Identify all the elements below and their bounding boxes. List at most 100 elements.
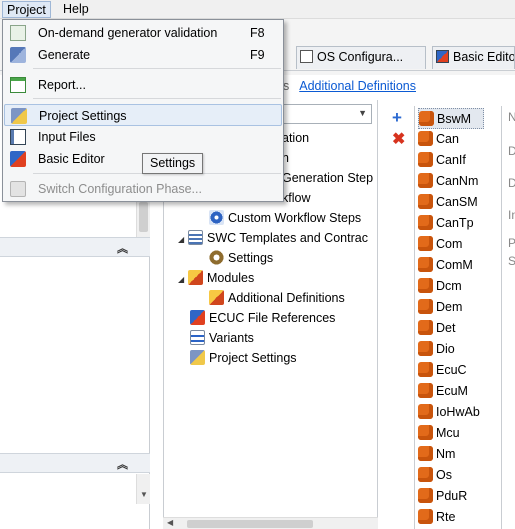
filter-combo[interactable]: ▼ (280, 104, 372, 124)
module-label: Os (436, 468, 452, 482)
expand-arrow-icon[interactable]: ◢ (178, 270, 188, 290)
module-list-item[interactable]: CanSM (418, 192, 478, 213)
tree-row-settings[interactable]: Settings (209, 248, 273, 268)
add-icon[interactable]: + (392, 108, 402, 128)
tree-row-workflow[interactable]: kflow (282, 188, 310, 208)
module-label: CanIf (436, 153, 466, 167)
module-list-item[interactable]: Com (418, 234, 462, 255)
module-list-item[interactable]: Dio (418, 339, 455, 360)
swc-templates-icon (188, 230, 203, 245)
module-list-item[interactable]: Os (418, 465, 452, 486)
menu-item-report[interactable]: Report... (4, 74, 282, 96)
module-list-item[interactable]: Dem (418, 297, 462, 318)
collapse-bar-top[interactable]: ︽ (0, 237, 150, 257)
remove-icon[interactable]: ✖ (392, 129, 405, 149)
module-puzzle-icon (418, 362, 433, 377)
menu-item-input-files[interactable]: Input Files (4, 126, 282, 148)
module-label: Dem (436, 300, 463, 314)
module-list-item[interactable]: Dcm (418, 276, 462, 297)
modules-list-panel: BswM Can CanIf CanNm CanSM CanTp Com ComM Dcm Dem… (414, 106, 502, 529)
additional-definitions-icon (209, 290, 224, 305)
menu-separator (33, 98, 281, 99)
left-scrollbar-top[interactable] (136, 200, 150, 237)
menu-help[interactable]: Help (59, 1, 93, 18)
module-puzzle-icon (418, 446, 433, 461)
menu-project[interactable]: Project (2, 1, 51, 18)
collapse-bar-bottom[interactable]: ︽ (0, 453, 150, 473)
module-list-item[interactable]: ComM (418, 255, 473, 276)
module-list-item[interactable]: EcuM (418, 381, 468, 402)
module-list-item[interactable]: CanTp (418, 213, 474, 234)
generate-stack-icon (10, 47, 26, 63)
modules-icon (188, 270, 203, 285)
tab-basic-editor[interactable]: Basic Edito (432, 46, 515, 69)
basic-editor-icon (10, 151, 26, 167)
module-puzzle-icon (418, 509, 433, 524)
module-label: EcuC (436, 363, 467, 377)
menu-item-generate[interactable]: Generate F9 (4, 44, 282, 66)
ecuc-file-icon (190, 310, 205, 325)
breadcrumb-link-additional-definitions[interactable]: Additional Definitions (299, 79, 416, 93)
tree-row-custom-workflow-steps[interactable]: Custom Workflow Steps (209, 208, 361, 228)
menu-item-on-demand-validation[interactable]: On-demand generator validation F8 (4, 22, 282, 44)
module-puzzle-icon (418, 236, 433, 251)
chevron-up-icon[interactable]: ︽ (117, 456, 128, 472)
scroll-thumb[interactable] (187, 520, 313, 528)
project-menu-dropdown: On-demand generator validation F8 Genera… (2, 19, 284, 202)
module-puzzle-icon (418, 257, 433, 272)
basic-editor-icon (436, 50, 449, 63)
details-edge-text: D (508, 144, 515, 158)
expand-arrow-icon[interactable]: ◢ (178, 230, 188, 250)
module-puzzle-icon (419, 111, 434, 126)
dropdown-arrow-icon[interactable]: ▼ (358, 108, 367, 118)
scroll-down-icon[interactable]: ▼ (140, 490, 148, 499)
tree-horizontal-scrollbar[interactable]: ◀ (163, 517, 378, 529)
validation-check-icon (10, 25, 26, 41)
module-puzzle-icon (418, 173, 433, 188)
tree-row-ecuc-file-references[interactable]: ECUC File References (190, 308, 335, 328)
tab-os-configuration[interactable]: OS Configura... (296, 46, 426, 69)
menu-separator (33, 68, 281, 69)
tree-row-swc-templates[interactable]: ◢ SWC Templates and Contrac (178, 228, 368, 248)
scroll-thumb[interactable] (139, 202, 148, 232)
module-label: CanNm (436, 174, 479, 188)
module-label: IoHwAb (436, 405, 480, 419)
module-puzzle-icon (418, 404, 433, 419)
tree-row-generation-step[interactable]: Generation Step (282, 168, 373, 188)
settings-icon (209, 250, 224, 265)
module-puzzle-icon (418, 320, 433, 335)
module-label: Dcm (436, 279, 462, 293)
scroll-left-icon[interactable]: ◀ (167, 518, 173, 527)
tooltip: Settings (142, 153, 204, 174)
project-settings-icon (11, 108, 27, 124)
module-list-item[interactable]: CanIf (418, 150, 466, 171)
details-edge-text: In (508, 208, 515, 222)
left-scrollbar-bottom[interactable]: ▼ (136, 474, 150, 504)
tree-row-project-settings[interactable]: Project Settings (190, 348, 297, 368)
tree-row-additional-definitions[interactable]: Additional Definitions (209, 288, 345, 308)
details-edge-text: D (508, 176, 515, 190)
tree-row-variants[interactable]: Variants (190, 328, 254, 348)
module-list-item[interactable]: CanNm (418, 171, 478, 192)
module-list-item[interactable]: Mcu (418, 423, 460, 444)
module-list-item[interactable]: Det (418, 318, 455, 339)
module-list-item[interactable]: Rte (418, 507, 455, 528)
tree-row-validation[interactable]: ation (282, 128, 309, 148)
module-label: Dio (436, 342, 455, 356)
module-puzzle-icon (418, 383, 433, 398)
details-panel-edge: N D D In P S (502, 100, 515, 529)
module-puzzle-icon (418, 215, 433, 230)
tree-row-modules[interactable]: ◢ Modules (178, 268, 254, 288)
module-list-item[interactable]: BswM (418, 108, 485, 129)
module-puzzle-icon (418, 299, 433, 314)
chevron-up-icon[interactable]: ︽ (117, 240, 128, 256)
module-list-item[interactable]: Nm (418, 444, 455, 465)
module-list-item[interactable]: EcuC (418, 360, 467, 381)
module-list-item[interactable]: IoHwAb (418, 402, 480, 423)
module-list-item[interactable]: PduR (418, 486, 467, 507)
module-puzzle-icon (418, 194, 433, 209)
menu-item-switch-configuration-phase: Switch Configuration Phase... (4, 178, 282, 200)
module-list-item[interactable]: Can (418, 129, 459, 150)
menu-item-project-settings[interactable]: Project Settings (4, 104, 282, 126)
breadcrumb: s Additional Definitions (283, 76, 416, 96)
